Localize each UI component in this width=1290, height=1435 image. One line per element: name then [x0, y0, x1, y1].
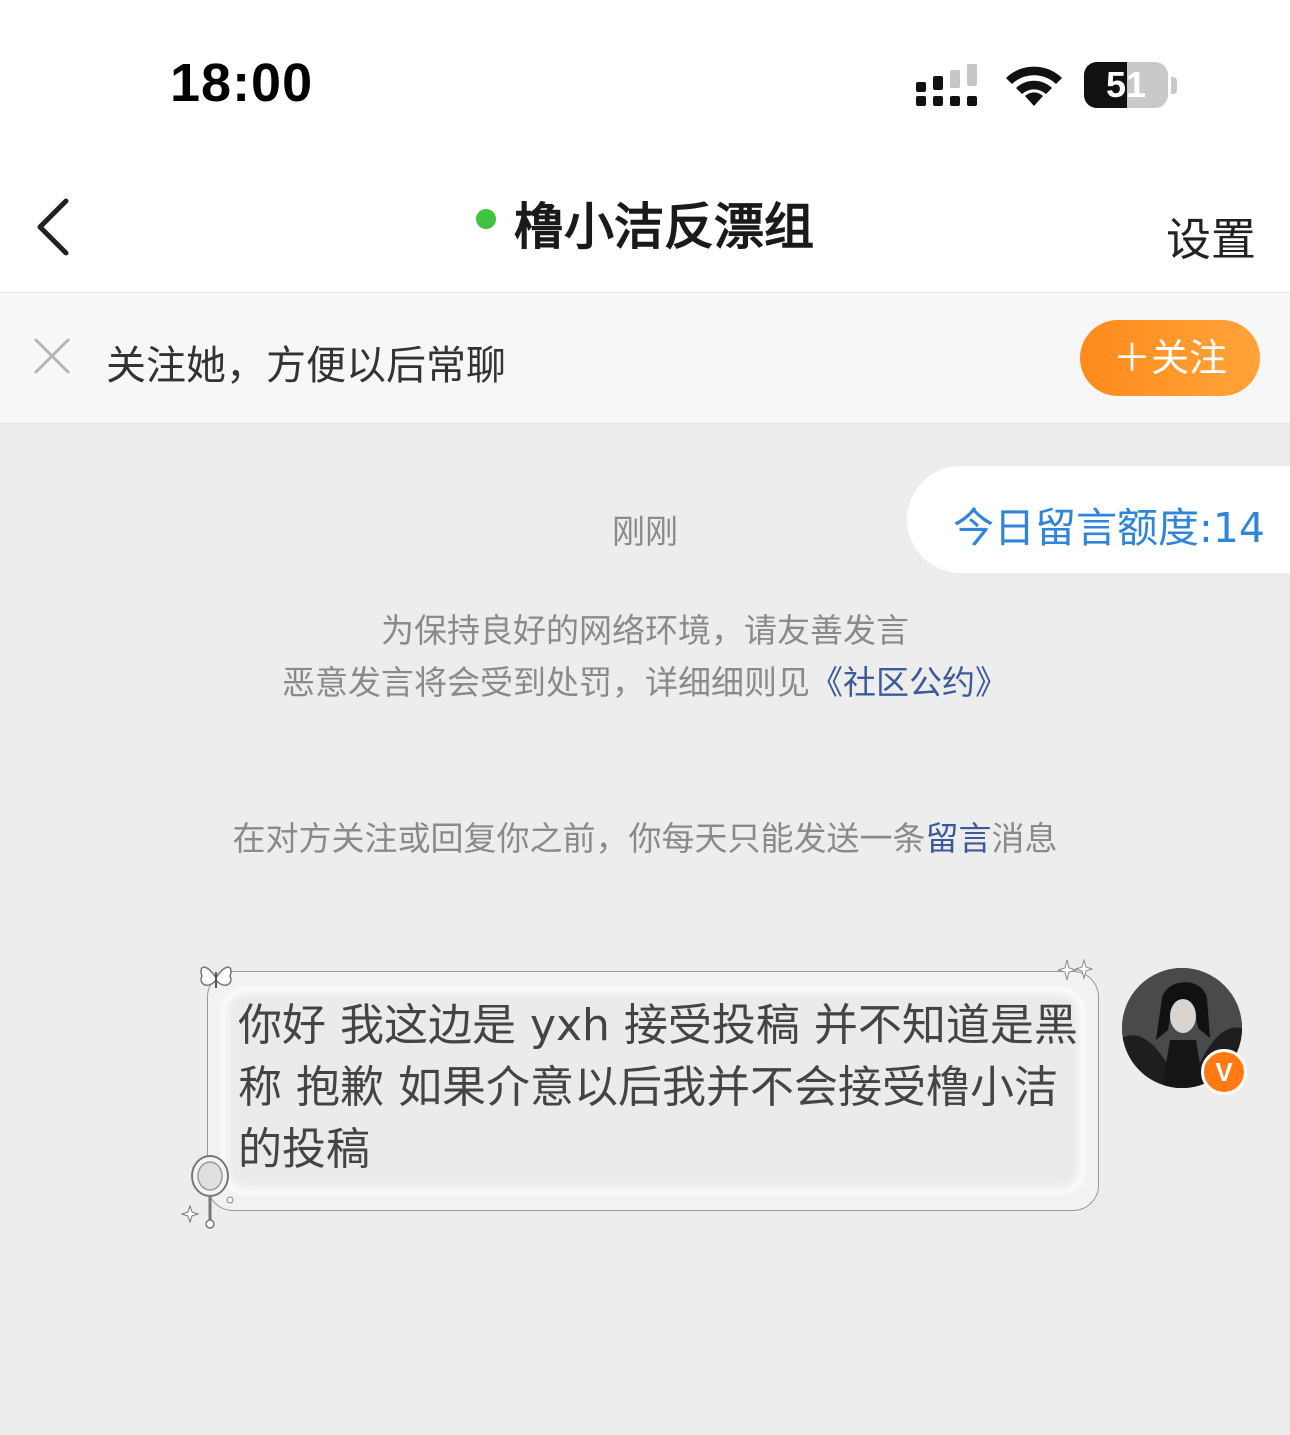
community-notice: 为保持良好的网络环境，请友善发言 恶意发言将会受到处罚，详细细则见《社区公约》 — [0, 605, 1290, 709]
settings-button[interactable]: 设置 — [1166, 203, 1256, 268]
limit-note-prefix: 在对方关注或回复你之前，你每天只能发送一条 — [232, 819, 926, 858]
notice-line-2: 恶意发言将会受到处罚，详细细则见《社区公约》 — [0, 657, 1290, 709]
message-timestamp: 刚刚 — [612, 512, 678, 551]
community-rules-link[interactable]: 《社区公约》 — [810, 663, 1008, 702]
leave-message-link[interactable]: 留言 — [926, 819, 992, 858]
battery-level: 51 — [1105, 64, 1147, 105]
conversation-title: 橹小洁反漂组 — [514, 198, 814, 256]
cellular-signal-icon — [916, 64, 977, 106]
online-status-dot — [476, 209, 496, 229]
notice-line-2-text: 恶意发言将会受到处罚，详细细则见 — [282, 663, 810, 702]
message-limit-note: 在对方关注或回复你之前，你每天只能发送一条留言消息 — [0, 812, 1290, 860]
follow-button[interactable]: ＋关注 — [1080, 320, 1260, 396]
notice-line-1: 为保持良好的网络环境，请友善发言 — [381, 611, 909, 650]
message-text: 你好 我这边是 yxh 接受投稿 并不知道是黑称 抱歉 如果介意以后我并不会接受… — [238, 1000, 1078, 1175]
follow-banner: 关注她，方便以后常聊 ＋关注 — [0, 293, 1290, 424]
butterfly-decoration-icon — [200, 966, 232, 988]
limit-note-suffix: 消息 — [991, 819, 1058, 858]
status-time: 18:00 — [170, 53, 314, 113]
nav-bar: 橹小洁反漂组 设置 — [0, 165, 1290, 293]
close-icon[interactable] — [33, 337, 71, 375]
verified-badge-icon: V — [1201, 1049, 1247, 1095]
wifi-icon — [1006, 66, 1062, 106]
status-bar: 18:00 51 — [0, 0, 1290, 165]
follow-hint: 关注她，方便以后常聊 — [106, 343, 506, 389]
sparkle-decoration-icon — [1058, 958, 1094, 981]
battery-indicator: 51 — [1084, 62, 1180, 110]
mirror-decoration-icon — [180, 1155, 234, 1229]
